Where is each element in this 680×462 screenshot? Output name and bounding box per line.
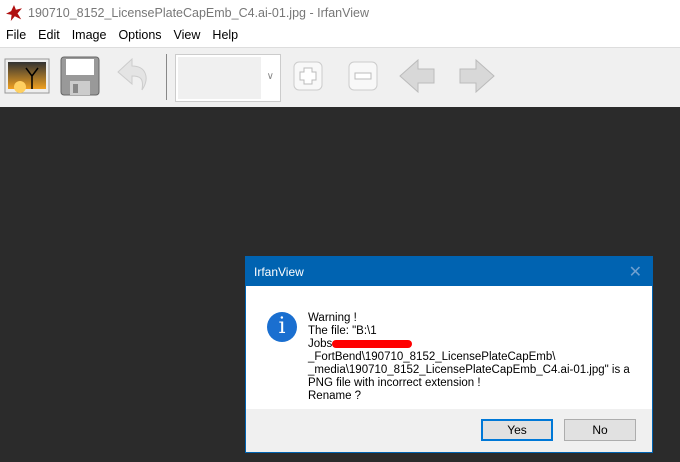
menu-file[interactable]: File [0,28,32,46]
message-line: PNG file with incorrect extension ! [308,377,481,389]
message-text: _FortBend\190710_8152_LicensePlateCapEmb… [308,351,556,363]
chevron-down-icon: ∨ [266,71,274,82]
menu-options[interactable]: Options [112,28,167,46]
message-line: Jobs_FortBend\190710_8152_LicensePlateCa… [308,338,643,364]
message-line: The file: "B:\1 [308,325,377,337]
warning-dialog: IrfanView ✕ i Warning ! The file: "B:\1 … [245,256,653,453]
undo-icon[interactable] [114,56,154,96]
message-text: Jobs [308,338,333,350]
open-icon[interactable] [4,56,52,96]
yes-button[interactable]: Yes [481,419,553,441]
redaction-mark [332,339,413,348]
toolbar-separator [166,54,167,100]
no-button[interactable]: No [564,419,636,441]
menu-edit[interactable]: Edit [32,28,66,46]
menu-bar: File Edit Image Options View Help [0,28,244,46]
save-icon[interactable] [60,56,100,96]
toolbar: ∨ [0,47,680,107]
dialog-title: IrfanView [254,264,304,279]
close-icon[interactable]: ✕ [629,262,642,282]
zoom-combo[interactable]: ∨ [175,54,281,102]
dialog-message: Warning ! The file: "B:\1 Jobs_FortBend\… [308,312,643,403]
irfanview-app-icon [6,5,22,21]
menu-view[interactable]: View [168,28,207,46]
zoom-out-icon[interactable] [347,60,381,94]
zoom-in-icon[interactable] [292,60,326,94]
dialog-title-bar: IrfanView ✕ [246,257,652,286]
previous-image-icon[interactable] [398,58,438,94]
message-line: Rename ? [308,390,362,402]
message-line: Warning ! [308,312,357,324]
info-icon: i [267,312,297,342]
menu-help[interactable]: Help [206,28,244,46]
title-bar: 190710_8152_LicensePlateCapEmb_C4.ai-01.… [0,0,680,26]
message-line: _media\190710_8152_LicensePlateCapEmb_C4… [308,364,630,376]
window-title: 190710_8152_LicensePlateCapEmb_C4.ai-01.… [28,6,369,20]
next-image-icon[interactable] [456,58,496,94]
menu-image[interactable]: Image [66,28,113,46]
